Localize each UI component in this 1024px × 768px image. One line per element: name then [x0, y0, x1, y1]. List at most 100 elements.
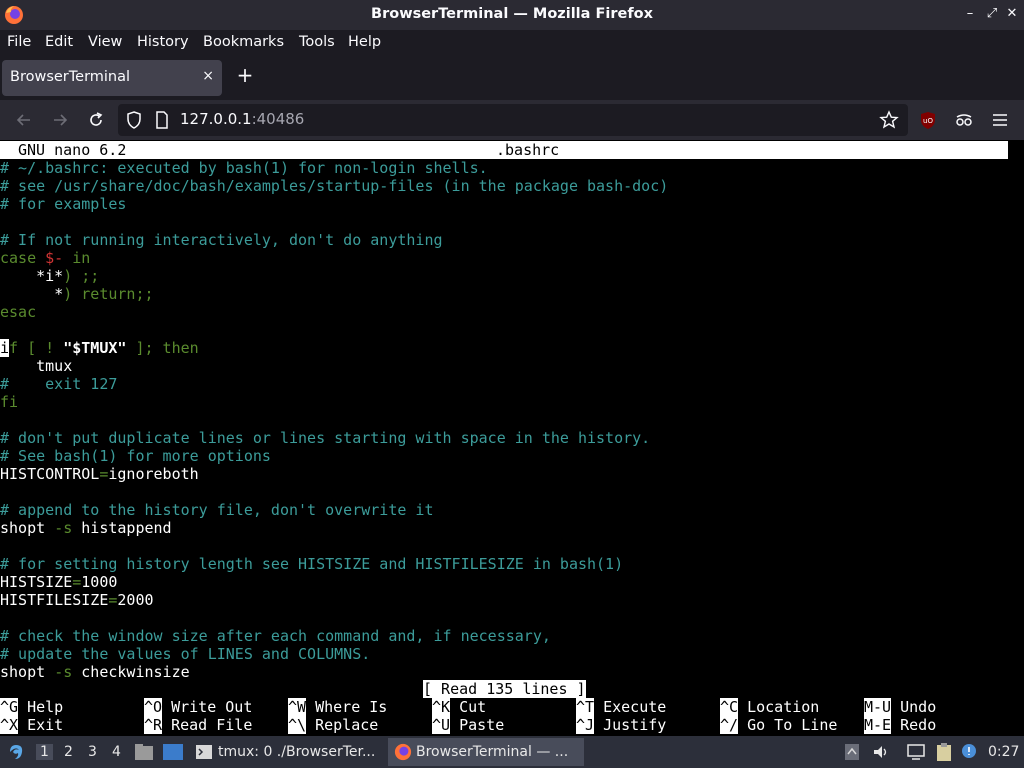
desktop-icon[interactable]: [162, 743, 184, 761]
taskbar: 1 2 3 4 tmux: 0 ./BrowserTer... BrowserT…: [0, 736, 1024, 768]
workspace-4[interactable]: 4: [112, 744, 121, 760]
shortcut-label: Redo: [891, 716, 937, 734]
shortcut-item[interactable]: ^J Justify: [576, 716, 666, 734]
editor-line: # exit 127: [0, 375, 118, 393]
terminal-area[interactable]: GNU nano 6.2 .bashrc # ~/.bashrc: execut…: [0, 140, 1008, 736]
editor-line: HISTCONTROL=ignoreboth: [0, 465, 199, 483]
shortcut-label: Execute: [594, 698, 667, 716]
terminal-scrollbar[interactable]: [1008, 140, 1024, 736]
shortcut-item[interactable]: ^U Paste: [432, 716, 504, 734]
shortcut-label: Undo: [891, 698, 937, 716]
shortcut-label: Write Out: [162, 698, 253, 716]
volume-icon[interactable]: [872, 743, 890, 761]
menu-history[interactable]: History: [137, 34, 189, 50]
task-firefox[interactable]: BrowserTerminal — ...: [388, 738, 584, 766]
shortcut-key: ^/: [720, 716, 739, 734]
ublock-icon[interactable]: uO: [918, 110, 938, 130]
shortcut-key: ^U: [432, 716, 451, 734]
workspace-2[interactable]: 2: [64, 744, 73, 760]
new-tab-button[interactable]: +: [234, 64, 256, 86]
editor-line: *) return;;: [54, 285, 154, 303]
menu-edit[interactable]: Edit: [45, 34, 73, 50]
window-title: BrowserTerminal — Mozilla Firefox: [371, 6, 653, 22]
network-icon[interactable]: [906, 743, 926, 761]
shortcut-item[interactable]: ^X Exit: [0, 716, 63, 734]
task-tmux[interactable]: tmux: 0 ./BrowserTer...: [192, 738, 384, 766]
editor-line: HISTFILESIZE=2000: [0, 591, 154, 609]
shortcut-item[interactable]: ^C Location: [720, 698, 819, 716]
clock: 0:27: [988, 744, 1020, 760]
system-tray-arrow-icon[interactable]: [844, 743, 860, 761]
maximize-icon[interactable]: ⤢: [984, 6, 1000, 22]
navigation-toolbar: 127.0.0.1:40486 uO: [0, 100, 1024, 140]
menu-bookmarks[interactable]: Bookmarks: [203, 34, 284, 50]
editor-line: *i*) ;;: [36, 267, 100, 285]
editor-line: esac: [0, 303, 37, 321]
menu-help[interactable]: Help: [348, 34, 381, 50]
file-manager-icon[interactable]: [134, 743, 154, 761]
shortcut-key: ^O: [144, 698, 163, 716]
workspace-3[interactable]: 3: [88, 744, 97, 760]
shortcut-item[interactable]: ^/ Go To Line: [720, 716, 837, 734]
menu-tools[interactable]: Tools: [299, 34, 335, 50]
url-host: 127.0.0.1: [180, 110, 252, 128]
bookmark-star-icon[interactable]: [879, 110, 899, 130]
shortcut-label: Location: [738, 698, 820, 716]
shortcut-label: Where Is: [306, 698, 388, 716]
editor-line: HISTSIZE=1000: [0, 573, 118, 591]
window-titlebar: BrowserTerminal — Mozilla Firefox – ⤢ ✕: [0, 0, 1024, 30]
editor-line: # update the values of LINES and COLUMNS…: [0, 645, 371, 663]
extension-glasses-icon[interactable]: [954, 110, 974, 130]
editor-line: # for examples: [0, 195, 127, 213]
hamburger-menu-icon[interactable]: [990, 110, 1010, 130]
shortcut-item[interactable]: M-U Undo: [864, 698, 936, 716]
shortcut-key: M-E: [864, 716, 892, 734]
tab-close-icon[interactable]: ×: [202, 68, 214, 84]
close-icon[interactable]: ✕: [1004, 6, 1020, 22]
shortcut-key: ^\: [288, 716, 307, 734]
shortcut-label: Cut: [450, 698, 487, 716]
editor-line: # don't put duplicate lines or lines sta…: [0, 429, 651, 447]
editor-line: shopt -s checkwinsize: [0, 663, 190, 681]
shortcut-key: ^K: [432, 698, 451, 716]
editor-line: fi: [0, 393, 19, 411]
minimize-icon[interactable]: –: [962, 6, 978, 22]
menu-file[interactable]: File: [7, 34, 31, 50]
url-port: :40486: [251, 110, 305, 128]
shortcut-label: Justify: [594, 716, 667, 734]
shortcut-label: Replace: [306, 716, 379, 734]
editor-line: # If not running interactively, don't do…: [0, 231, 443, 249]
shortcut-label: Paste: [450, 716, 505, 734]
nano-header: GNU nano 6.2 .bashrc: [0, 141, 1008, 159]
url-text[interactable]: 127.0.0.1:40486: [180, 110, 304, 128]
shortcut-label: Exit: [18, 716, 64, 734]
shortcut-item[interactable]: ^R Read File: [144, 716, 252, 734]
shortcut-item[interactable]: ^T Execute: [576, 698, 666, 716]
tab-strip: BrowserTerminal ×: [0, 56, 1024, 100]
shortcut-label: Go To Line: [738, 716, 838, 734]
url-bar[interactable]: 127.0.0.1:40486: [118, 104, 908, 136]
shortcut-item[interactable]: ^K Cut: [432, 698, 486, 716]
menubar: File Edit View History Bookmarks Tools H…: [0, 30, 1024, 56]
start-menu-icon[interactable]: [6, 742, 26, 762]
shield-icon[interactable]: [124, 110, 144, 130]
shortcut-item[interactable]: ^O Write Out: [144, 698, 252, 716]
page-icon: [156, 111, 168, 129]
clipboard-icon[interactable]: [934, 742, 954, 762]
shortcut-item[interactable]: ^\ Replace: [288, 716, 378, 734]
shortcut-key: ^W: [288, 698, 307, 716]
editor-line: shopt -s histappend: [0, 519, 172, 537]
reload-icon[interactable]: [86, 110, 106, 130]
workspace-1[interactable]: 1: [36, 744, 53, 760]
menu-view[interactable]: View: [88, 34, 122, 50]
shortcut-item[interactable]: ^W Where Is: [288, 698, 387, 716]
notification-icon[interactable]: [960, 742, 978, 760]
shortcut-item[interactable]: M-E Redo: [864, 716, 936, 734]
forward-icon[interactable]: [50, 110, 70, 130]
shortcut-item[interactable]: ^G Help: [0, 698, 63, 716]
tab-browserterminal[interactable]: BrowserTerminal ×: [2, 60, 222, 96]
shortcut-key: ^J: [576, 716, 595, 734]
shortcut-key: M-U: [864, 698, 892, 716]
shortcut-key: ^G: [0, 698, 19, 716]
back-icon[interactable]: [14, 110, 34, 130]
